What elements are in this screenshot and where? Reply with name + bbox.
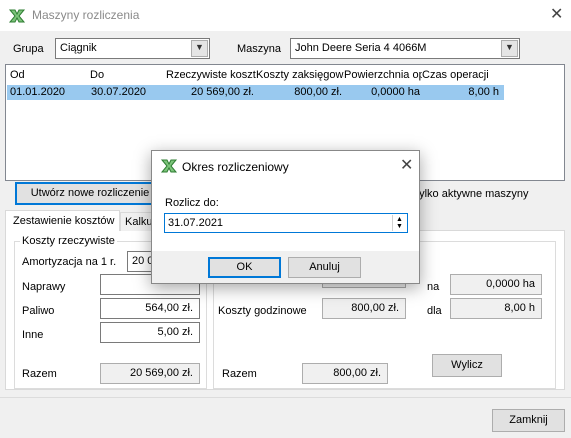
cell-time: 8,00 h [468,86,499,98]
calculate-button[interactable]: Wylicz [432,354,502,377]
tab-label: Zestawienie kosztów [13,215,115,227]
area-for-label: na [427,281,440,293]
machine-select-value: John Deere Seria 4 4066M [295,42,427,54]
other-label: Inne [22,329,44,341]
time-field: 8,00 h [450,298,542,319]
spin-up-icon[interactable]: ▲ [396,216,403,223]
table-row[interactable]: 01.01.2020 30.07.2020 20 569,00 zł. 800,… [7,85,504,100]
footer-divider [0,397,571,398]
settle-to-label: Rozlicz do: [165,197,219,209]
booked-total-field: 800,00 zł. [302,363,388,384]
tab-cost-summary[interactable]: Zestawienie kosztów [5,210,120,231]
column-header-booked-costs[interactable]: Koszty zaksięgowane [256,69,344,81]
spin-down-icon[interactable]: ▼ [396,223,403,230]
area-field: 0,0000 ha [450,274,542,295]
window-close-icon[interactable]: ✕ [550,7,563,23]
real-costs-group-title: Koszty rzeczywiste [20,235,117,247]
chevron-down-icon[interactable]: ▼ [191,40,208,57]
app-icon [8,8,26,24]
app-icon [160,159,178,173]
column-header-real-costs[interactable]: Rzeczywiste koszty [166,69,256,81]
fuel-field[interactable]: 564,00 zł. [100,298,200,319]
booked-total-label: Razem [222,368,257,380]
dialog-close-icon[interactable]: ✕ [400,158,413,174]
hourly-costs-field: 800,00 zł. [322,298,406,319]
cell-area: 0,0000 ha [371,86,420,98]
dialog-body: Rozlicz do: 31.07.2021 ▲ ▼ [152,181,419,251]
machine-select[interactable]: John Deere Seria 4 4066M ▼ [290,38,520,59]
active-machines-label[interactable]: Tylko aktywne maszyny [413,188,529,200]
dialog-cancel-button[interactable]: Anuluj [288,257,361,278]
machine-label: Maszyna [237,43,282,55]
dialog-titlebar: Okres rozliczeniowy ✕ [152,151,419,181]
cell-booked-costs: 800,00 zł. [294,86,342,98]
window-title: Maszyny rozliczenia [32,8,140,22]
real-total-field: 20 569,00 zł. [100,363,200,384]
fuel-label: Paliwo [22,305,55,317]
settle-to-date-field[interactable]: 31.07.2021 ▲ ▼ [164,213,408,233]
group-select[interactable]: Ciągnik ▼ [55,38,210,59]
column-header-from[interactable]: Od [10,69,90,81]
dialog-title: Okres rozliczeniowy [182,160,289,174]
chevron-down-icon[interactable]: ▼ [501,40,518,57]
amortization-label: Amortyzacja na 1 r. [22,256,117,268]
repairs-label: Naprawy [22,281,66,293]
time-for-label: dla [427,305,442,317]
cell-to: 30.07.2020 [91,86,147,98]
column-header-time[interactable]: Czas operacji [422,69,492,81]
settlement-period-dialog: Okres rozliczeniowy ✕ Rozlicz do: 31.07.… [151,150,420,284]
column-header-area[interactable]: Powierzchnia operacji [344,69,422,81]
date-spinner[interactable]: ▲ ▼ [392,215,406,231]
real-total-label: Razem [22,368,57,380]
cell-from: 01.01.2020 [10,86,66,98]
window-titlebar: Maszyny rozliczenia ✕ [0,0,571,32]
close-button[interactable]: Zamknij [492,409,565,432]
group-select-value: Ciągnik [60,42,97,54]
cell-real-costs: 20 569,00 zł. [191,86,254,98]
hourly-costs-label: Koszty godzinowe [218,305,307,317]
column-header-to[interactable]: Do [90,69,166,81]
settle-to-date-value: 31.07.2021 [168,217,224,229]
dialog-ok-button[interactable]: OK [208,257,281,278]
other-field[interactable]: 5,00 zł. [100,322,200,343]
group-label: Grupa [13,43,44,55]
new-settlement-button[interactable]: Utwórz nowe rozliczenie [15,182,165,205]
